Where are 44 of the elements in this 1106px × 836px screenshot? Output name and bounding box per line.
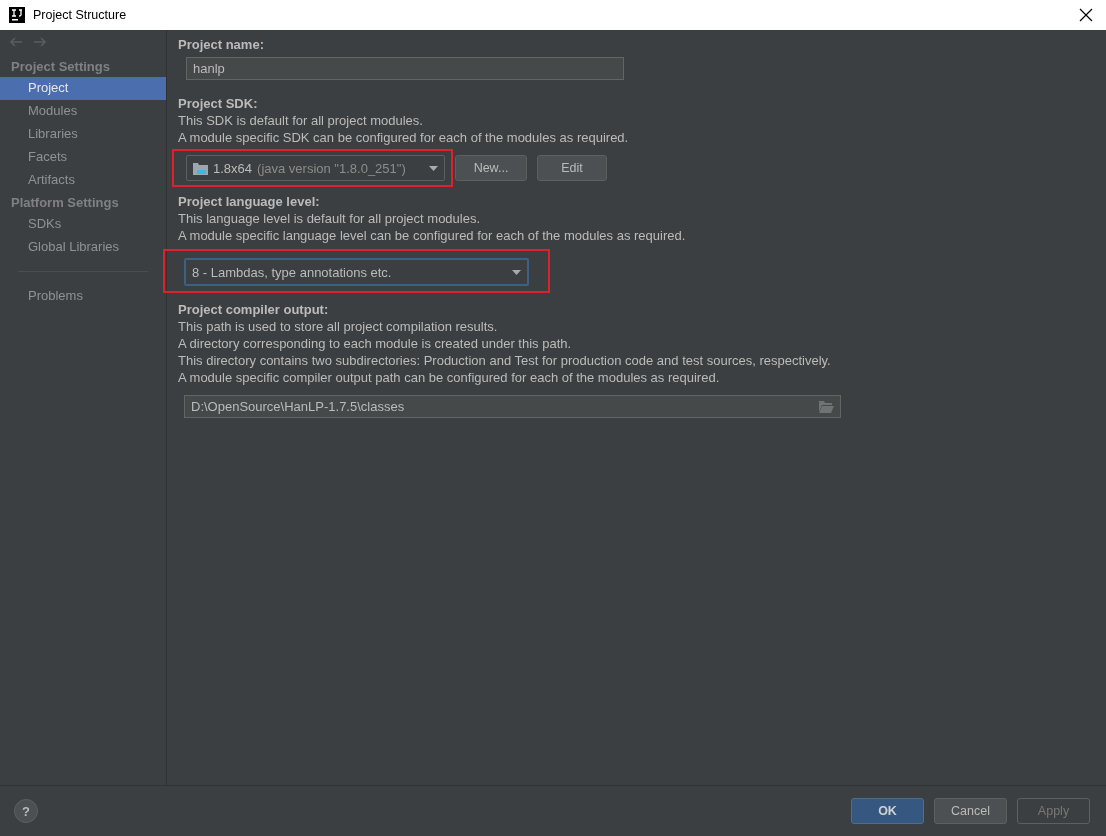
field-label: Project SDK: [178,95,259,112]
description-text: This directory contains two subdirectories: Production and Test for production code and test sources, respectively. [178,352,832,369]
sidebar-section-title: Project Settings [10,58,111,76]
description-text: A module specific compiler output path can be configured for each of the modules as required. [178,369,721,386]
description-text: A module specific language level can be configured for each of the modules as required. [178,227,687,244]
field-label: Project language level: [178,193,321,210]
project-name-field[interactable]: hanlp [186,57,624,80]
dropdown-value: 8 - Lambdas, type annotations etc. [192,264,392,280]
sdk-dropdown[interactable]: 1.8x64 (java version "1.8.0_251") [186,155,445,181]
sidebar-item[interactable]: Problems [0,285,166,308]
new-button[interactable]: New... [455,155,527,181]
sidebar-item[interactable]: Libraries [0,123,166,146]
path-value: D:\OpenSource\HanLP-1.7.5\classes [191,399,405,414]
sidebar-section-title: Platform Settings [10,194,120,212]
sidebar-item[interactable]: Global Libraries [0,236,166,259]
forward-arrow-icon[interactable] [33,36,47,48]
folder-open-icon[interactable] [819,400,834,413]
field-label: Project name: [178,36,265,53]
edit-button[interactable]: Edit [537,155,607,181]
language-level-dropdown[interactable]: 8 - Lambdas, type annotations etc. [184,258,529,286]
description-text: This SDK is default for all project modules. [178,112,424,129]
description-text: A directory corresponding to each module is created under this path. [178,335,573,352]
app-logo-icon [9,7,25,23]
close-icon[interactable] [1078,7,1094,23]
sdk-version: (java version "1.8.0_251") [257,160,406,176]
help-button[interactable]: ? [14,799,38,823]
sdk-name: 1.8x64 [213,160,253,176]
folder-icon [193,161,208,175]
window-title: Project Structure [33,8,128,22]
output-path-field[interactable]: D:\OpenSource\HanLP-1.7.5\classes [184,395,841,418]
dialog-button[interactable]: Cancel [934,798,1007,824]
sidebar-item[interactable]: Project [0,77,166,100]
sidebar-item[interactable]: Artifacts [0,169,166,192]
sidebar-item[interactable]: Facets [0,146,166,169]
sidebar-item[interactable]: SDKs [0,213,166,236]
caret-icon [512,269,521,275]
field-label: Project compiler output: [178,301,330,318]
caret-icon [429,165,438,171]
description-text: This language level is default for all project modules. [178,210,482,227]
dialog-button[interactable]: OK [851,798,924,824]
sidebar-item[interactable]: Modules [0,100,166,123]
description-text: A module specific SDK can be configured for each of the modules as required. [178,129,630,146]
description-text: This path is used to store all project compilation results. [178,318,499,335]
back-arrow-icon[interactable] [9,36,23,48]
